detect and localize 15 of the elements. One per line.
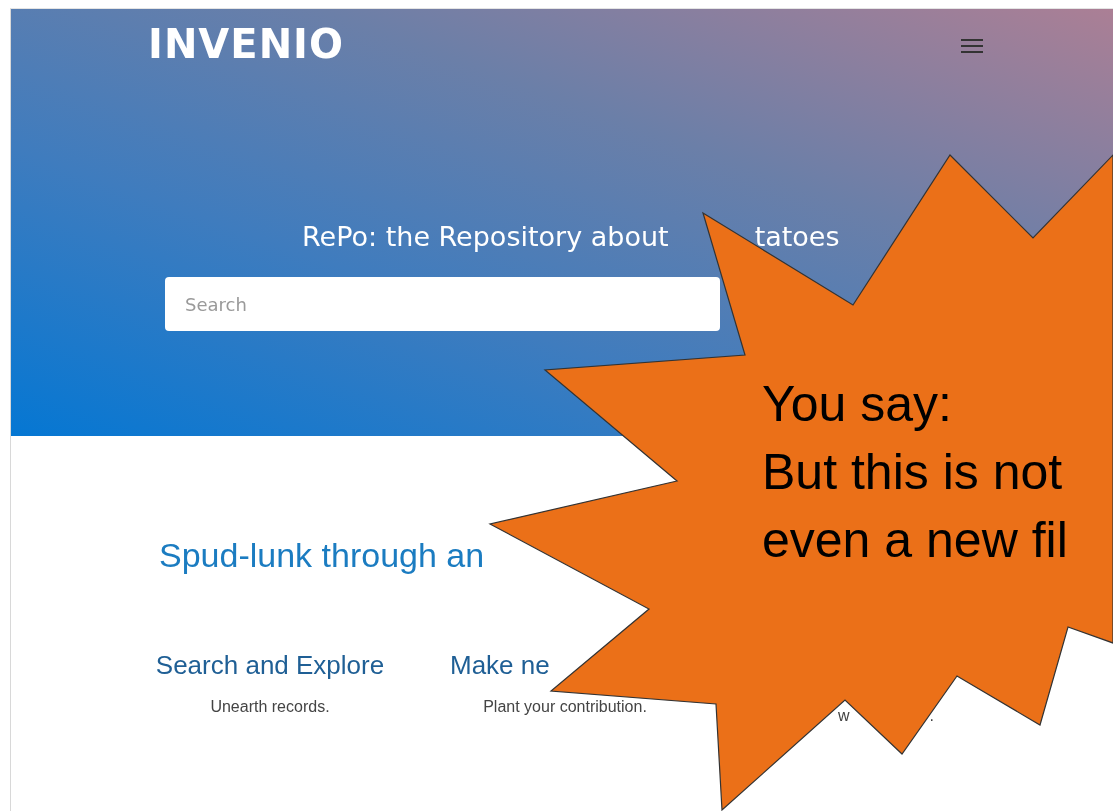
feature-description: w bbox=[838, 707, 850, 725]
callout-text: even a new fil bbox=[762, 511, 1068, 570]
feature-description: Plant your contribution. bbox=[483, 698, 647, 716]
section-heading: Spud-lunk through an bbox=[159, 536, 485, 575]
invenio-logo[interactable]: INVENIO bbox=[148, 21, 344, 67]
feature-title: Search and Explore bbox=[155, 650, 385, 680]
hero-title-end: tatoes bbox=[754, 221, 840, 252]
feature-description: Unearth records. bbox=[210, 698, 330, 716]
hero-title: RePo: the Repository about bbox=[302, 221, 669, 252]
callout-text: But this is not bbox=[762, 443, 1064, 502]
search-field[interactable]: Search bbox=[165, 277, 720, 331]
menu-icon[interactable] bbox=[961, 38, 983, 54]
callout-text: You say: bbox=[762, 375, 953, 434]
feature-title: Make ne bbox=[449, 650, 550, 680]
feature-description: . bbox=[929, 707, 934, 725]
